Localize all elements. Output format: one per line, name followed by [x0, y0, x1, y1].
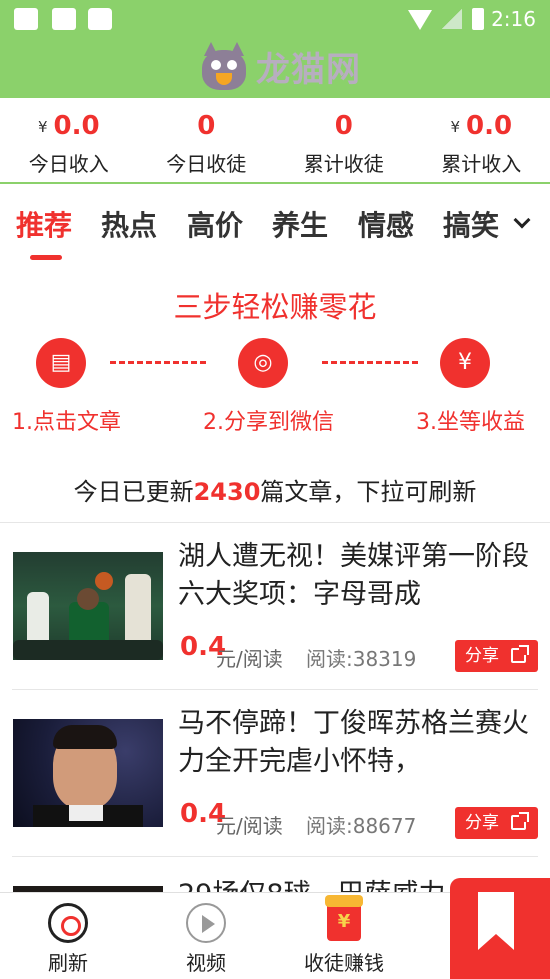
tab-funny[interactable]: 搞笑	[443, 204, 499, 244]
chevron-down-icon[interactable]	[513, 211, 531, 229]
brand-name: 龙猫网	[256, 49, 361, 90]
totoro-icon	[196, 40, 252, 92]
earnings-summary: ¥0.0 今日收入 0 今日收徒 0 累计收徒 ¥0.0 累计收入	[0, 98, 550, 184]
share-label: 分享	[465, 646, 499, 666]
stat-total-apprentices[interactable]: 0 累计收徒	[275, 98, 413, 182]
currency-symbol: ¥	[450, 118, 460, 136]
tab-high-price[interactable]: 高价	[187, 204, 243, 244]
app-screen: 2:16 龙猫网 ¥0.0 今日收入 0 今日收徒 0 累计收徒 ¥0.0 累计…	[0, 0, 550, 979]
stat-today-apprentices[interactable]: 0 今日收徒	[138, 98, 276, 182]
share-button[interactable]: 分享	[455, 640, 538, 672]
share-icon	[511, 812, 529, 830]
steps-row: ▤ ◎ ¥	[0, 338, 550, 390]
stat-value: 0.0	[53, 111, 100, 141]
update-suffix: 篇文章，下拉可刷新	[260, 478, 477, 506]
step-label-3: 3.坐等收益	[416, 410, 525, 435]
stat-total-income[interactable]: ¥0.0 累计收入	[413, 98, 550, 182]
article-price-unit: 元/阅读	[216, 814, 283, 838]
notification-icon	[52, 8, 76, 30]
article-title[interactable]: 马不停蹄！丁俊晖苏格兰赛火力全开完虐小怀特，	[178, 705, 530, 781]
money-bag-icon: ¥	[440, 338, 490, 388]
nav-label: 视频	[186, 951, 226, 975]
article-thumbnail[interactable]	[13, 552, 163, 660]
share-icon	[511, 645, 529, 663]
step-label-1: 1.点击文章	[12, 410, 121, 435]
currency-symbol: ¥	[37, 118, 48, 136]
battery-icon	[472, 8, 484, 30]
guide-title: 三步轻松赚零花	[173, 290, 377, 324]
nav-label: 刷新	[48, 951, 88, 975]
stat-label: 累计收徒	[303, 152, 384, 176]
tab-emotion[interactable]: 情感	[358, 204, 414, 244]
status-time: 2:16	[491, 7, 536, 31]
wifi-icon	[408, 10, 432, 30]
category-tabs: 推荐 热点 高价 养生 情感 搞笑	[0, 198, 550, 262]
nav-video[interactable]: 视频	[156, 893, 256, 979]
article-title[interactable]: 29场仅8球，巴萨威力	[178, 872, 446, 892]
stat-today-income[interactable]: ¥0.0 今日收入	[0, 98, 138, 182]
nav-label: 收徒赚钱	[304, 951, 384, 975]
step-connector	[110, 361, 206, 364]
article-title[interactable]: 湖人遭无视！美媒评第一阶段六大奖项：字母哥成	[178, 538, 530, 614]
stat-value: 0	[197, 111, 216, 141]
stat-value: 0.0	[465, 111, 513, 141]
stat-label: 今日收入	[28, 152, 109, 176]
app-logo: 龙猫网	[196, 40, 361, 92]
play-icon	[186, 903, 226, 943]
status-bar: 2:16	[0, 0, 550, 40]
divider	[0, 522, 550, 523]
stat-label: 累计收入	[441, 152, 522, 176]
step-connector	[322, 361, 418, 364]
refresh-icon	[48, 903, 88, 943]
step-label-2: 2.分享到微信	[203, 410, 334, 435]
divider	[12, 689, 538, 690]
document-icon: ▤	[36, 338, 86, 388]
article-thumbnail[interactable]	[13, 719, 163, 827]
article-price-unit: 元/阅读	[216, 647, 283, 671]
article-card[interactable]: 马不停蹄！丁俊晖苏格兰赛火力全开完虐小怀特， 0.4 元/阅读 阅读:88677…	[0, 691, 550, 857]
nav-refresh[interactable]: 刷新	[18, 893, 118, 979]
divider	[12, 856, 538, 857]
stat-label: 今日收徒	[166, 152, 247, 176]
bag-notification-icon	[88, 8, 112, 30]
update-count: 2430	[193, 478, 261, 506]
tab-health[interactable]: 养生	[272, 204, 328, 244]
wechat-icon: ◎	[238, 338, 288, 388]
tab-hot[interactable]: 热点	[101, 204, 157, 244]
nav-earn[interactable]: ¥ 收徒赚钱	[294, 893, 394, 979]
update-notice: 今日已更新2430篇文章，下拉可刷新	[0, 472, 550, 507]
bookmark-icon	[478, 892, 514, 950]
update-prefix: 今日已更新	[73, 478, 194, 506]
article-card[interactable]: 湖人遭无视！美媒评第一阶段六大奖项：字母哥成 0.4 元/阅读 阅读:38319…	[0, 524, 550, 690]
notification-icon	[14, 8, 38, 30]
tab-recommended[interactable]: 推荐	[16, 204, 72, 244]
share-label: 分享	[465, 813, 499, 833]
signal-icon	[442, 9, 462, 29]
header-bar: 2:16 龙猫网	[0, 0, 550, 98]
active-tab-indicator	[30, 255, 62, 260]
stat-value: 0	[334, 111, 353, 141]
article-read-count: 阅读:88677	[306, 814, 417, 838]
share-button[interactable]: 分享	[455, 807, 538, 839]
red-envelope-icon: ¥	[325, 895, 363, 941]
floating-bookmark-button[interactable]	[450, 878, 550, 979]
article-read-count: 阅读:38319	[306, 647, 417, 671]
